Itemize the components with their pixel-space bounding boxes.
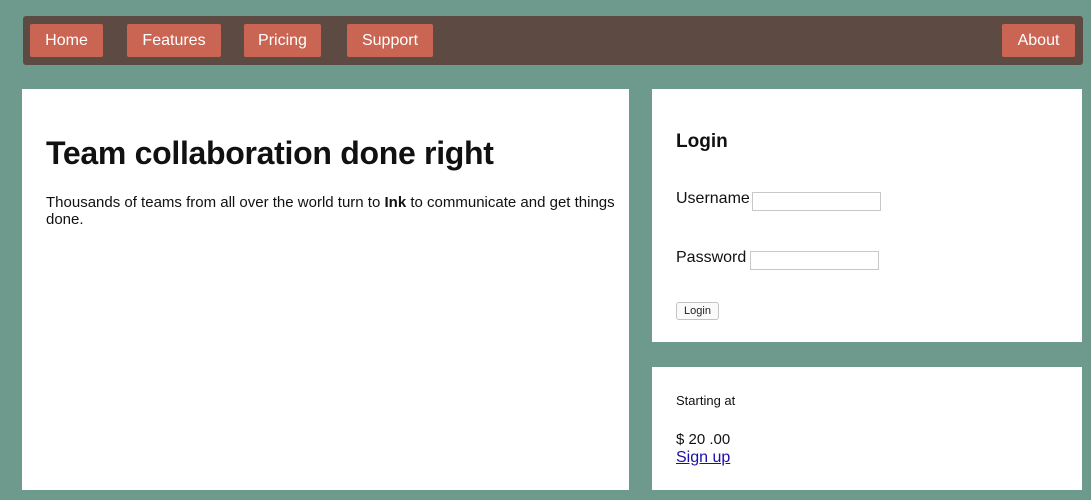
login-panel: Login Username Password Login [652, 89, 1082, 342]
hero-text-before: Thousands of teams from all over the wor… [46, 194, 385, 211]
nav-support-button[interactable]: Support [347, 24, 433, 57]
nav-about-button[interactable]: About [1002, 24, 1075, 57]
hero-panel: Team collaboration done right Thousands … [22, 89, 629, 490]
hero-title: Team collaboration done right [46, 135, 494, 171]
username-input[interactable] [752, 192, 881, 211]
login-title: Login [676, 131, 728, 152]
login-button[interactable]: Login [676, 302, 719, 320]
brand-name: Ink [384, 194, 407, 211]
top-nav-bar: Home Features Pricing Support About [23, 16, 1083, 65]
nav-features-button[interactable]: Features [127, 24, 221, 57]
starting-at-label: Starting at [676, 393, 736, 408]
price-amount: $ 20 .00 [676, 431, 731, 448]
hero-description: Thousands of teams from all over the wor… [46, 194, 616, 228]
password-label: Password [676, 249, 747, 266]
nav-pricing-button[interactable]: Pricing [244, 24, 321, 57]
nav-home-button[interactable]: Home [30, 24, 103, 57]
pricing-panel: Starting at $ 20 .00 Sign up [652, 367, 1082, 490]
username-label: Username [676, 190, 750, 207]
password-input[interactable] [750, 251, 879, 270]
signup-link[interactable]: Sign up [676, 449, 730, 467]
